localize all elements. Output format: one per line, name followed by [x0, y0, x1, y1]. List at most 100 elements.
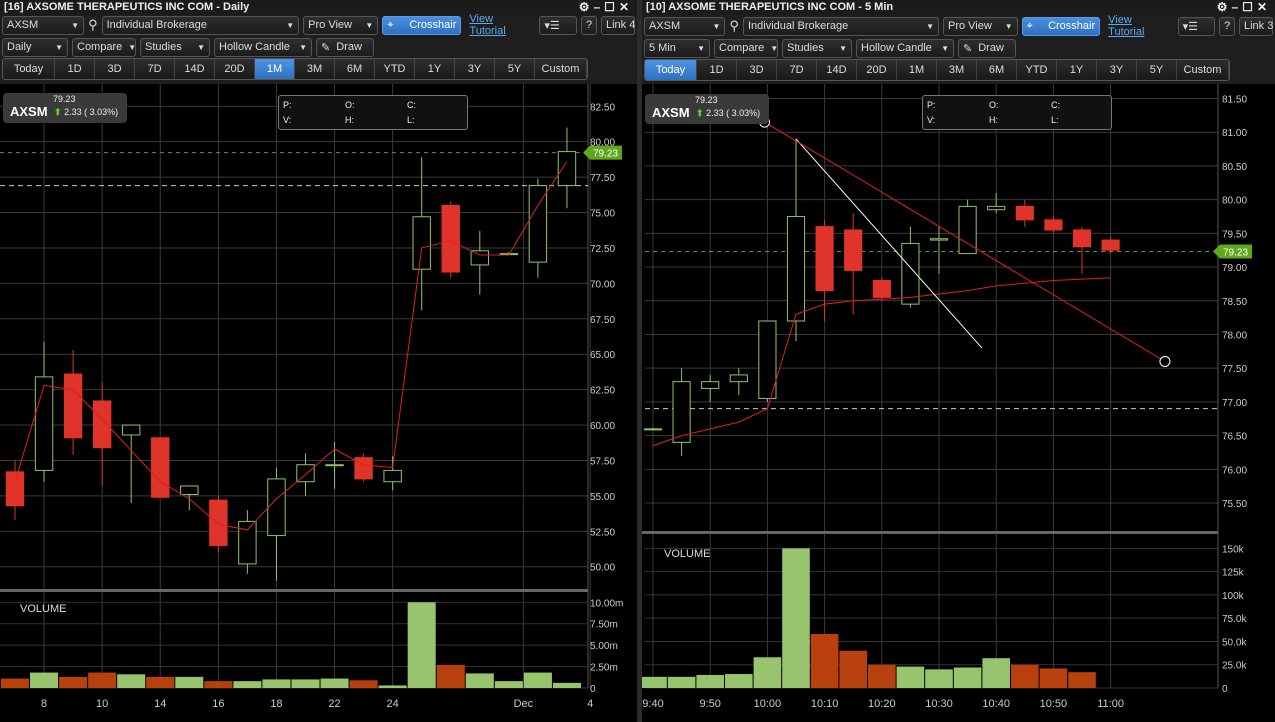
- compare-select[interactable]: Compare ▼: [72, 37, 136, 57]
- maximize-icon[interactable]: ☐: [604, 0, 619, 14]
- minimize-icon[interactable]: –: [593, 0, 604, 14]
- maximize-icon[interactable]: ☐: [1242, 0, 1257, 14]
- range-tab-7d[interactable]: 7D: [777, 60, 817, 80]
- range-tab-1y[interactable]: 1Y: [1057, 60, 1097, 80]
- candle-body: [929, 238, 949, 241]
- candle-body: [672, 381, 691, 443]
- menu-button[interactable]: ▾☰: [539, 15, 577, 35]
- volume-tick-label: 10.00m: [590, 598, 623, 609]
- ohlc-label: V:: [927, 115, 936, 125]
- menu-button[interactable]: ▾☰: [1177, 16, 1215, 36]
- trendline-handle[interactable]: [1159, 355, 1171, 367]
- y-tick-label: 75.00: [590, 209, 615, 220]
- range-tab-today[interactable]: Today: [645, 60, 697, 80]
- y-tick-label: 77.50: [1222, 364, 1247, 375]
- volume-bar: [896, 666, 925, 688]
- range-tab-1m[interactable]: 1M: [897, 60, 937, 80]
- crosshair-button[interactable]: ⌖ Crosshair: [382, 15, 462, 35]
- range-tab-3y[interactable]: 3Y: [455, 59, 495, 79]
- range-tab-6m[interactable]: 6M: [335, 59, 375, 79]
- quote-symbol: AXSM: [10, 104, 48, 119]
- volume-bar: [175, 676, 204, 688]
- volume-bar: [291, 679, 320, 688]
- range-tab-1m[interactable]: 1M: [255, 59, 295, 79]
- draw-label: Draw: [978, 42, 1004, 54]
- range-tab-3d[interactable]: 3D: [95, 59, 135, 79]
- volume-bar: [868, 664, 896, 688]
- settings-icon[interactable]: ⚙: [1217, 0, 1232, 14]
- range-tab-6m[interactable]: 6M: [977, 60, 1017, 80]
- chart-type-select[interactable]: Hollow Candle ▼: [214, 37, 312, 57]
- range-tab-1d[interactable]: 1D: [697, 60, 737, 80]
- studies-select[interactable]: Studies ▼: [140, 37, 210, 57]
- range-tab-14d[interactable]: 14D: [175, 59, 215, 79]
- range-tab-3m[interactable]: 3M: [295, 59, 335, 79]
- volume-label: VOLUME: [20, 603, 66, 615]
- pane-separator[interactable]: [642, 531, 1218, 534]
- account-select[interactable]: Individual Brokerage ▼: [101, 15, 300, 35]
- interval-select[interactable]: 5 Min ▼: [644, 38, 710, 58]
- range-tab-3y[interactable]: 3Y: [1097, 60, 1137, 80]
- x-tick-label: 10:00: [754, 698, 782, 710]
- search-icon[interactable]: ⚲: [88, 17, 98, 33]
- settings-icon[interactable]: ⚙: [579, 0, 594, 14]
- help-button[interactable]: ?: [1219, 16, 1235, 36]
- range-tab-20d[interactable]: 20D: [215, 59, 255, 79]
- volume-bar: [839, 650, 867, 688]
- account-select[interactable]: Individual Brokerage ▼: [743, 16, 939, 36]
- range-tab-20d[interactable]: 20D: [857, 60, 897, 80]
- symbol-input[interactable]: AXSM ▼: [644, 16, 726, 36]
- candle-body: [34, 376, 54, 471]
- range-tab-1y[interactable]: 1Y: [415, 59, 455, 79]
- price-chart[interactable]: 82.5080.0077.5075.0072.5070.0067.5065.00…: [0, 84, 637, 722]
- help-button[interactable]: ?: [581, 15, 597, 35]
- pane-separator[interactable]: [0, 589, 588, 592]
- x-tick-label: 10:40: [982, 698, 1010, 710]
- range-tab-3m[interactable]: 3M: [937, 60, 977, 80]
- y-tick-label: 60.00: [590, 421, 615, 432]
- symbol-value: AXSM: [7, 19, 39, 31]
- x-tick-label: 10:50: [1040, 698, 1068, 710]
- range-tab-1d[interactable]: 1D: [55, 59, 95, 79]
- range-tab-5y[interactable]: 5Y: [1137, 60, 1177, 80]
- range-tab-ytd[interactable]: YTD: [375, 59, 415, 79]
- range-tabs: Today 1D 3D 7D 14D 20D 1M 3M 6M YTD 1Y 3Y 5Y Custom: [644, 59, 1230, 81]
- compare-select[interactable]: Compare ▼: [714, 38, 778, 58]
- view-tutorial-link[interactable]: View Tutorial: [1104, 14, 1173, 38]
- range-tab-custom[interactable]: Custom: [535, 59, 587, 79]
- y-tick-label: 76.50: [1222, 432, 1247, 443]
- minimize-icon[interactable]: –: [1231, 0, 1242, 14]
- range-tab-3d[interactable]: 3D: [737, 60, 777, 80]
- range-tab-7d[interactable]: 7D: [135, 59, 175, 79]
- symbol-input[interactable]: AXSM ▼: [2, 15, 85, 35]
- chevron-down-icon: ▼: [365, 20, 374, 30]
- crosshair-button[interactable]: ⌖ Crosshair: [1021, 16, 1101, 36]
- chevron-down-icon: ▼: [71, 20, 80, 30]
- x-tick-label: 10:30: [925, 698, 953, 710]
- link-button[interactable]: Link 3: [1239, 16, 1273, 36]
- range-tab-5y[interactable]: 5Y: [495, 59, 535, 79]
- link-button[interactable]: Link 4: [601, 15, 635, 35]
- chart-window-0: [16] AXSOME THERAPEUTICS INC COM - Daily…: [0, 0, 637, 722]
- chart-type-select[interactable]: Hollow Candle ▼: [856, 38, 954, 58]
- view-tutorial-link[interactable]: View Tutorial: [465, 13, 535, 37]
- range-tab-custom[interactable]: Custom: [1177, 60, 1229, 80]
- interval-select[interactable]: Daily ▼: [2, 37, 68, 57]
- range-tab-14d[interactable]: 14D: [817, 60, 857, 80]
- close-icon[interactable]: ✕: [619, 0, 633, 14]
- draw-button[interactable]: ✎ Draw: [958, 38, 1016, 58]
- studies-select[interactable]: Studies ▼: [782, 38, 852, 58]
- price-chart[interactable]: 81.50 81.00 80.50 80.00 79.50 79.00 78.50 78.00…: [642, 84, 1275, 722]
- view-select[interactable]: Pro View ▼: [943, 16, 1018, 36]
- arrow-up-icon: ⬆: [696, 108, 704, 118]
- draw-button[interactable]: ✎ Draw: [316, 37, 374, 57]
- candle-body: [701, 381, 720, 389]
- range-tab-ytd[interactable]: YTD: [1017, 60, 1057, 80]
- search-icon[interactable]: ⚲: [729, 18, 739, 34]
- crosshair-icon: ⌖: [387, 18, 394, 31]
- view-select[interactable]: Pro View ▼: [303, 15, 379, 35]
- range-tab-today[interactable]: Today: [3, 59, 55, 79]
- chevron-down-icon: ▼: [1004, 21, 1013, 31]
- volume-bar: [523, 672, 552, 688]
- close-icon[interactable]: ✕: [1257, 0, 1271, 14]
